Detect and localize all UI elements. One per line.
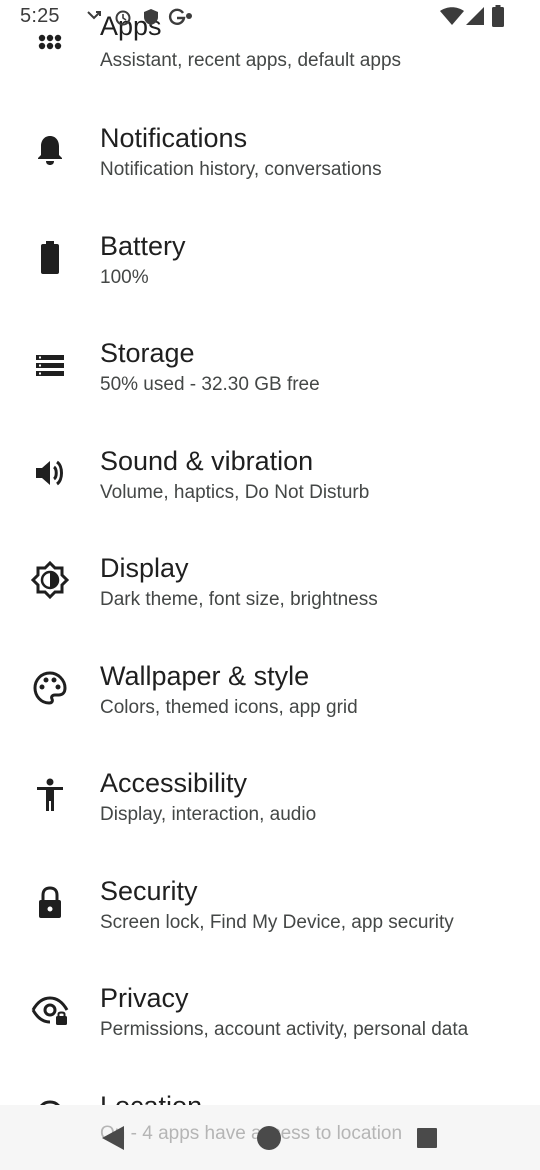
settings-item-notifications[interactable]: Notifications Notification history, conv…	[0, 97, 540, 204]
alarm-icon	[115, 10, 131, 26]
settings-item-subtitle: Colors, themed icons, app grid	[100, 697, 358, 718]
status-bar: 5:25	[0, 0, 540, 34]
settings-item-subtitle: Display, interaction, audio	[100, 804, 317, 825]
settings-item-title: Location	[100, 1091, 202, 1105]
google-icon	[168, 8, 186, 25]
brightness-icon	[30, 560, 70, 600]
settings-item-title: Display	[100, 553, 189, 583]
accessibility-icon	[37, 778, 63, 811]
settings-item-display[interactable]: Display Dark theme, font size, brightnes…	[0, 527, 540, 634]
settings-item-subtitle: Dark theme, font size, brightness	[100, 589, 378, 610]
vpn-shield-icon	[144, 9, 158, 25]
settings-item-subtitle: Notification history, conversations	[100, 159, 382, 180]
settings-item-wallpaper-style[interactable]: Wallpaper & style Colors, themed icons, …	[0, 635, 540, 742]
settings-screen: 5:25 Apps Assistant, recent apps, defaul…	[0, 0, 540, 1170]
settings-item-subtitle: 100%	[100, 267, 149, 288]
settings-item-battery[interactable]: Battery 100%	[0, 205, 540, 312]
back-button[interactable]	[102, 1126, 124, 1150]
location-pin-icon	[40, 1100, 60, 1105]
storage-icon	[36, 355, 64, 376]
settings-item-storage[interactable]: Storage 50% used - 32.30 GB free	[0, 312, 540, 419]
settings-item-title: Sound & vibration	[100, 446, 314, 476]
settings-item-subtitle: Permissions, account activity, personal …	[100, 1019, 469, 1040]
dot-icon	[186, 13, 192, 19]
bell-icon	[38, 136, 62, 165]
settings-item-title: Security	[100, 876, 198, 906]
settings-item-subtitle: 50% used - 32.30 GB free	[100, 374, 320, 395]
settings-item-accessibility[interactable]: Accessibility Display, interaction, audi…	[0, 742, 540, 849]
settings-item-title: Notifications	[100, 123, 248, 153]
settings-item-privacy[interactable]: Privacy Permissions, account activity, p…	[0, 957, 540, 1064]
status-time: 5:25	[20, 5, 60, 27]
missed-call-icon	[87, 11, 101, 20]
wifi-icon	[440, 7, 464, 25]
settings-item-title: Battery	[100, 231, 186, 261]
recents-button[interactable]	[417, 1128, 437, 1148]
settings-item-title: Wallpaper & style	[100, 661, 310, 691]
settings-item-title: Storage	[100, 338, 195, 368]
privacy-eye-icon	[31, 996, 69, 1025]
settings-item-subtitle: Assistant, recent apps, default apps	[100, 50, 402, 71]
settings-item-location[interactable]: Location	[0, 1065, 540, 1105]
battery-icon	[492, 5, 504, 27]
settings-item-title: Privacy	[100, 983, 189, 1013]
settings-item-security[interactable]: Security Screen lock, Find My Device, ap…	[0, 850, 540, 957]
settings-item-subtitle: Volume, haptics, Do Not Disturb	[100, 482, 370, 503]
battery-full-icon	[41, 241, 59, 274]
settings-item-title: Accessibility	[100, 768, 248, 798]
settings-item-subtitle: Screen lock, Find My Device, app securit…	[100, 912, 454, 933]
settings-item-subtitle: On - 4 apps have access to location	[100, 1123, 403, 1144]
speaker-icon	[36, 460, 63, 486]
palette-icon	[33, 671, 67, 705]
settings-list[interactable]: Apps Assistant, recent apps, default app…	[0, 0, 540, 1105]
signal-icon	[466, 7, 484, 25]
settings-item-sound-vibration[interactable]: Sound & vibration Volume, haptics, Do No…	[0, 420, 540, 527]
navigation-bar: On - 4 apps have access to location	[0, 1105, 540, 1170]
home-button[interactable]	[256, 1125, 282, 1151]
lock-icon	[39, 886, 61, 918]
